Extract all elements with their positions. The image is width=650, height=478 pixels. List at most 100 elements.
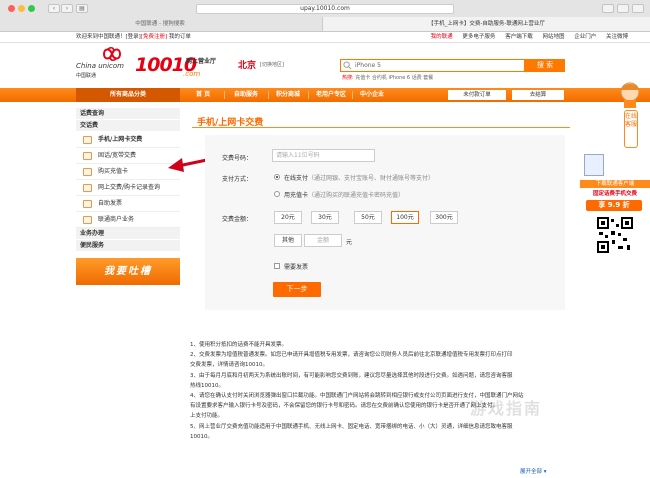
sidebar-item-records[interactable]: 网上交费/购卡记录查询	[76, 180, 180, 196]
hot-words-list[interactable]: 充值卡 合约机 iPhone 6 话费 套餐	[355, 75, 433, 81]
sidebar: 话费查询 交话费 手机/上网卡交费 固话/宽带交费 购买充值卡 网上交费/购卡记…	[76, 108, 180, 285]
logo-hall: 网上营业厅	[186, 58, 217, 65]
sidebar-item-invoice[interactable]: 自助发票	[76, 196, 180, 212]
nav-old-users[interactable]: 老用户专区	[316, 88, 346, 102]
forward-button[interactable]: ›	[61, 4, 73, 13]
qr-code-icon[interactable]	[596, 216, 634, 254]
pay-online-note: （通过网银、支付宝账号、财付通账号等支付）	[308, 175, 435, 182]
sidebar-toggle-icon[interactable]: ▤	[76, 4, 88, 13]
nav-smb[interactable]: 中小企业	[360, 88, 384, 102]
minimize-window-icon[interactable]	[18, 5, 25, 12]
city-switch-link[interactable]: [切换地区]	[260, 61, 284, 68]
pay-online-radio[interactable]	[274, 174, 280, 180]
weibo-link[interactable]: 关注微博	[606, 34, 628, 40]
merchant-icon	[83, 216, 92, 224]
unicom-knot-icon	[102, 47, 122, 61]
logo-com: .com	[183, 70, 201, 78]
amount-30[interactable]: 30元	[311, 211, 339, 224]
number-label: 交费号码：	[221, 155, 252, 162]
sidebar-item-merchant[interactable]: 联通商户业务	[76, 212, 180, 228]
search-input[interactable]: iPhone 5	[340, 59, 525, 72]
note-line: 交费发票，详情请咨询10010。	[190, 362, 268, 369]
sidebar-group-business[interactable]: 业务办理	[76, 228, 180, 240]
sidebar-item-label: 购买充值卡	[98, 168, 129, 175]
topbar-links: 我的联通 更多电子服务 客户端下载 网站地图 企业门户 关注微博	[423, 32, 628, 43]
register-link[interactable]: [免费注册]	[141, 34, 167, 40]
my-unicom-link[interactable]: 我的联通	[431, 34, 453, 40]
back-button[interactable]: ‹	[48, 4, 60, 13]
pay-card-text: 用充值卡（通过购买的联通充值卡密码充值）	[284, 190, 404, 199]
my-orders-link[interactable]: 我的订单	[169, 34, 191, 40]
sidebar-item-buy-card[interactable]: 购买充值卡	[76, 164, 180, 180]
expand-all-label: 展开全部	[520, 469, 543, 475]
expand-all-link[interactable]: 展开全部 ▾	[520, 467, 547, 475]
online-service-badge[interactable]: 在线客服	[624, 110, 638, 148]
invoice-checkbox[interactable]	[274, 263, 280, 269]
custom-amount-input[interactable]: 金额	[304, 234, 342, 247]
sidebar-item-label: 固话/宽带交费	[98, 152, 137, 159]
complain-banner[interactable]: 我要吐槽	[76, 258, 180, 285]
unpaid-orders-button[interactable]: 未付款订单	[448, 90, 506, 100]
pay-online-label: 在线支付	[284, 175, 309, 182]
search-icon	[343, 61, 352, 70]
nav-divider	[352, 91, 353, 99]
sidebar-group-pay[interactable]: 交话费	[76, 120, 180, 132]
sidebar-group-convenience[interactable]: 便民服务	[76, 240, 180, 252]
logo-en: China unicom	[76, 62, 124, 70]
share-icon[interactable]	[602, 4, 614, 13]
phone-number-input[interactable]: 请输入11位号码	[272, 149, 375, 162]
all-categories-menu[interactable]: 所有商品分类	[76, 88, 180, 102]
record-icon	[83, 184, 92, 192]
new-tab-icon[interactable]	[617, 4, 629, 13]
welcome-area: 欢迎来到中国联通！[登录][免费注册] 我的订单	[76, 32, 191, 43]
close-window-icon[interactable]	[8, 5, 15, 12]
promo-discount[interactable]: 享 9.9 折	[586, 200, 642, 211]
amount-300[interactable]: 300元	[430, 211, 458, 224]
amount-100[interactable]: 100元	[391, 211, 419, 224]
promo-phone-pay[interactable]: 固定话费手机交费	[580, 190, 650, 198]
chevron-down-icon: ▾	[543, 469, 547, 475]
sidebar-item-mobile-pay[interactable]: 手机/上网卡交费	[76, 132, 180, 148]
pay-card-label: 用充值卡	[284, 192, 309, 199]
nav-points-mall[interactable]: 积分商城	[276, 88, 300, 102]
nav-home[interactable]: 首 页	[196, 88, 210, 102]
login-link[interactable]: [登录]	[126, 34, 141, 40]
sidebar-item-label: 手机/上网卡交费	[98, 136, 143, 143]
sidebar-item-label: 联通商户业务	[98, 216, 135, 223]
browser-tab-active[interactable]: 【手机_上网卡】交费-自助服务-联通网上营业厅	[322, 17, 650, 31]
amount-50[interactable]: 50元	[354, 211, 382, 224]
sidebar-group-bill-query[interactable]: 话费查询	[76, 108, 180, 120]
amount-other-button[interactable]: 其他	[274, 234, 302, 247]
enterprise-link[interactable]: 企业门户	[574, 34, 596, 40]
main-nav: 所有商品分类 首 页 自助服务 积分商城 老用户专区 中小企业 未付款订单 去结…	[0, 88, 650, 102]
pay-method-label: 支付方式：	[221, 176, 252, 183]
more-services-link[interactable]: 更多电子服务	[462, 34, 495, 40]
welcome-text: 欢迎来到中国联通！	[76, 34, 126, 40]
amount-20[interactable]: 20元	[274, 211, 302, 224]
city-name: 北京	[238, 61, 257, 71]
invoice-label: 需要发票	[284, 264, 309, 271]
sidebar-item-broadband-pay[interactable]: 固话/宽带交费	[76, 148, 180, 164]
promo-download[interactable]: 下载联通客户端	[580, 180, 650, 188]
search-button[interactable]: 搜 索	[525, 59, 565, 72]
client-download-link[interactable]: 客户端下载	[505, 34, 533, 40]
payment-notes: 1、使用积分抵扣的话费不能开具发票。 2、交费发票为增值税普通发票。如您已申请开…	[190, 340, 580, 442]
note-line: 热线10010。	[190, 382, 224, 389]
card-icon	[83, 168, 92, 176]
checkout-button[interactable]: 去结算	[512, 90, 564, 100]
nav-self-service[interactable]: 自助服务	[234, 88, 258, 102]
amount-label: 交费金额：	[221, 216, 252, 223]
browser-tab-search[interactable]: 中国联通 - 搜狗搜索	[0, 17, 320, 31]
maximize-window-icon[interactable]	[28, 5, 35, 12]
watermark: 游戏指南	[470, 399, 543, 418]
phone-icon	[83, 136, 92, 144]
address-bar[interactable]: upay.10010.com	[196, 4, 454, 14]
pay-card-radio[interactable]	[274, 191, 280, 197]
invoice-icon	[83, 200, 92, 208]
tabs-overview-icon[interactable]	[632, 4, 644, 13]
next-step-button[interactable]: 下一步	[273, 282, 321, 297]
note-line: 1、使用积分抵扣的话费不能开具发票。	[190, 342, 288, 348]
nav-divider	[308, 91, 309, 99]
sitemap-link[interactable]: 网站地图	[542, 34, 564, 40]
promo-phone-image[interactable]	[584, 154, 604, 176]
